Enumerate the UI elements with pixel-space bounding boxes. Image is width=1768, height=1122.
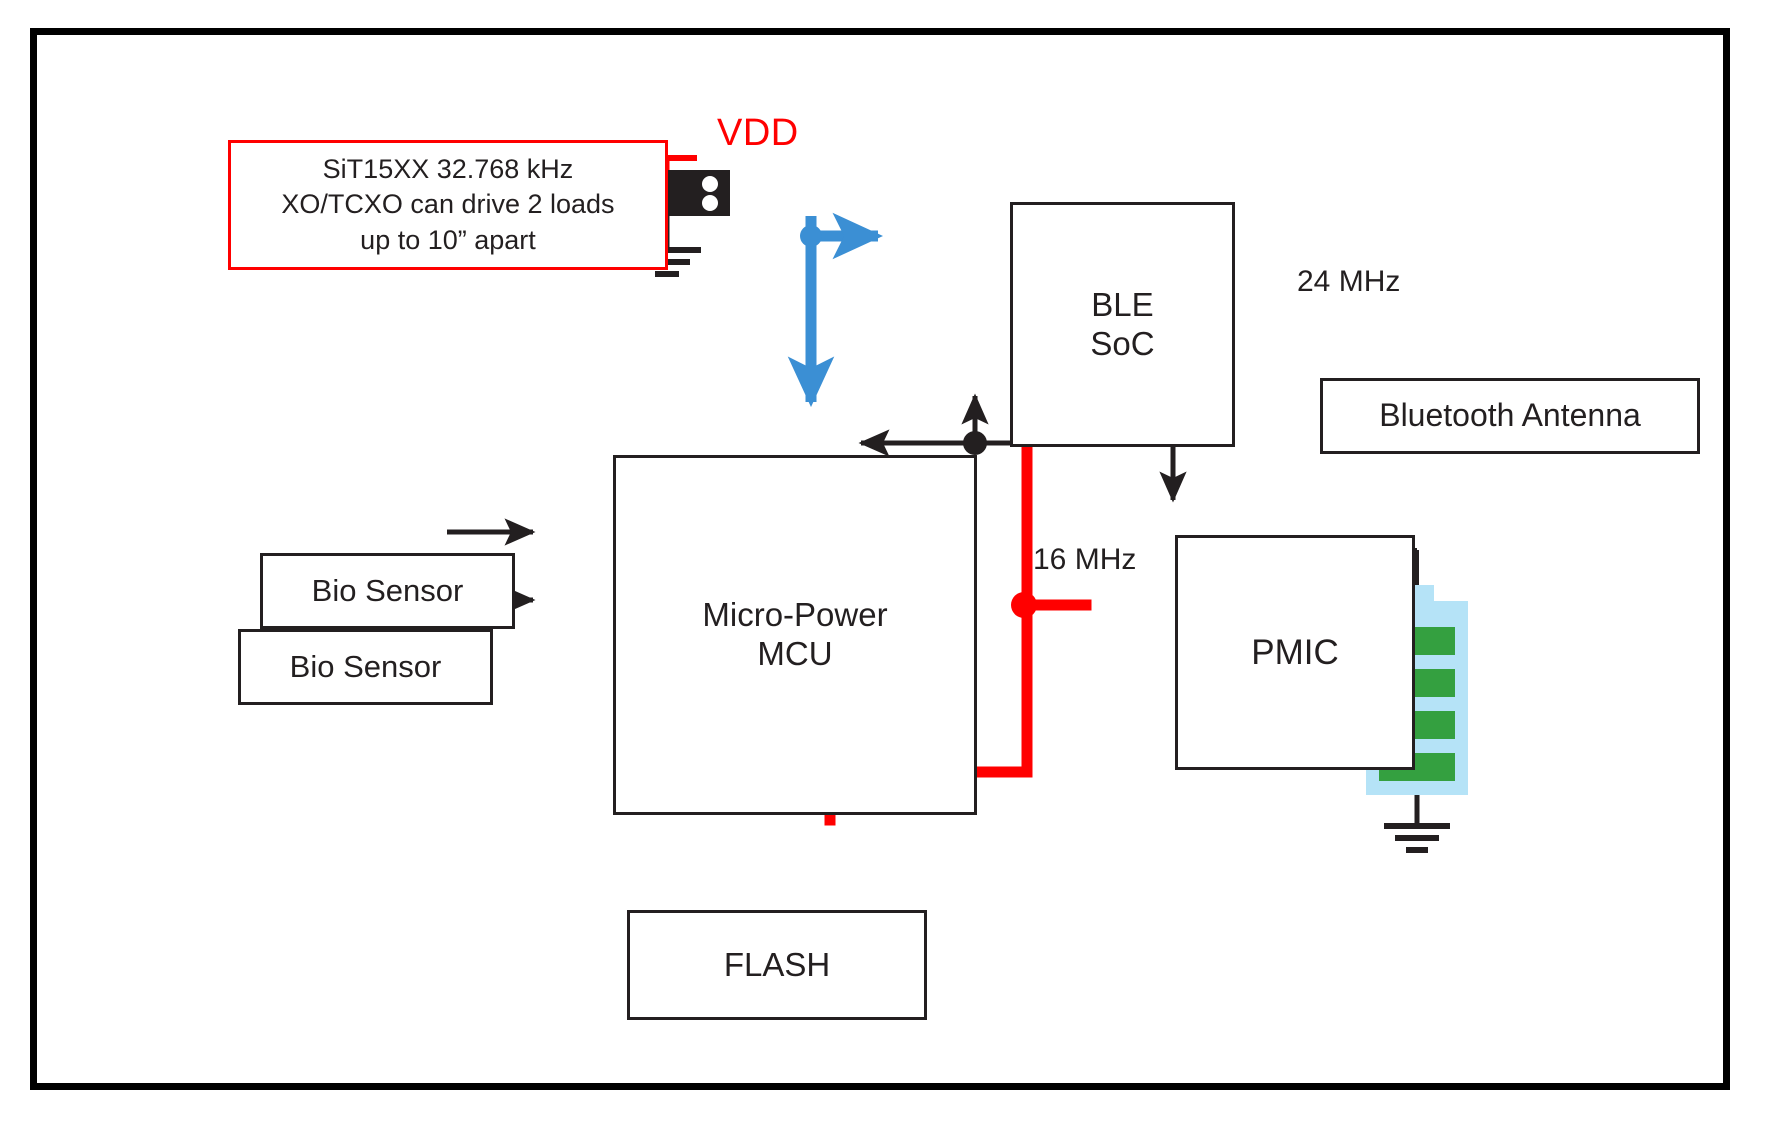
bluetooth-antenna-label: Bluetooth Antenna <box>1379 397 1641 434</box>
bio-sensor-2-label: Bio Sensor <box>289 648 442 684</box>
flash-label: FLASH <box>723 945 831 983</box>
battery-ground <box>1384 795 1450 853</box>
oscillator-pad <box>702 176 718 192</box>
sit15xx-note: SiT15XX 32.768 kHz XO/TCXO can drive 2 l… <box>228 140 668 270</box>
pmic-block[interactable]: PMIC <box>1175 535 1415 770</box>
ble-soc-block[interactable]: BLE SoC <box>1010 202 1235 447</box>
bluetooth-antenna-block[interactable]: Bluetooth Antenna <box>1320 378 1700 454</box>
power-junction-dot-pmic <box>1011 592 1037 618</box>
mcu-label-line1: Micro-Power <box>702 596 888 634</box>
bio-sensor-1-block[interactable]: Bio Sensor <box>260 553 515 629</box>
bio-sensor-1-label: Bio Sensor <box>311 572 464 608</box>
clock-net <box>787 212 884 408</box>
note-line-2: XO/TCXO can drive 2 loads <box>281 189 615 220</box>
mcu-label-line2: MCU <box>757 635 833 672</box>
bio-sensor-2-block[interactable]: Bio Sensor <box>238 629 493 705</box>
oscillator-pad <box>702 195 718 211</box>
diagram-page: SiT15XX 32.768 kHz XO/TCXO can drive 2 l… <box>0 0 1768 1122</box>
note-line-3: up to 10” apart <box>360 224 536 255</box>
flash-block[interactable]: FLASH <box>627 910 927 1020</box>
ble-soc-label-line1: BLE <box>1091 285 1154 323</box>
note-line-1: SiT15XX 32.768 kHz <box>322 154 574 185</box>
crystal-24mhz-label: 24 MHz <box>1297 265 1401 298</box>
crystal-16mhz-label: 16 MHz <box>1033 543 1137 576</box>
ble-soc-label-line2: SoC <box>1090 324 1155 362</box>
clock-junction-dot <box>800 225 822 247</box>
mcu-block[interactable]: Micro-Power MCU <box>613 455 977 815</box>
vdd-label: VDD <box>717 112 799 154</box>
pmic-label: PMIC <box>1251 632 1339 672</box>
signal-junction-dot <box>963 431 987 455</box>
